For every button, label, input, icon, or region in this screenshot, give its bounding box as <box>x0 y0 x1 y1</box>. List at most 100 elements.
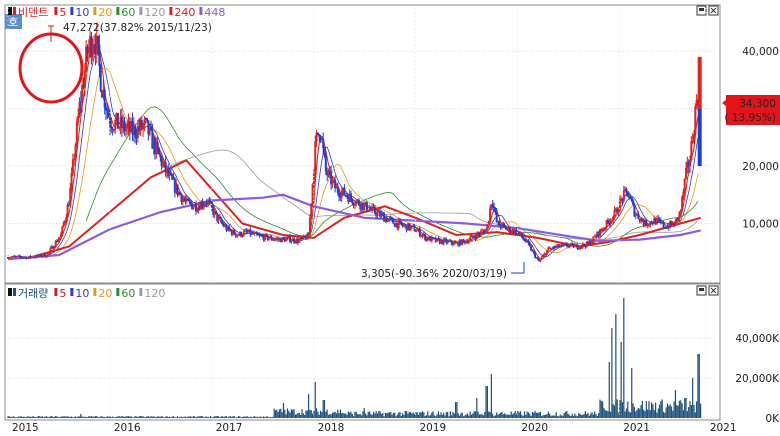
volume-bar <box>126 416 128 418</box>
close-volume-panel-icon[interactable] <box>708 285 719 296</box>
volume-bar <box>594 411 596 418</box>
volume-bar <box>617 412 620 418</box>
candle-body <box>336 186 339 193</box>
volume-bar <box>311 413 314 418</box>
volume-bar <box>624 411 626 418</box>
candle-body <box>545 250 548 255</box>
volume-bar <box>370 413 372 418</box>
volume-bar <box>28 416 30 418</box>
candle-body <box>373 207 376 214</box>
volume-bar <box>473 411 475 418</box>
volume-bar <box>362 411 364 418</box>
volume-bar <box>127 416 130 418</box>
volume-bar <box>449 411 451 418</box>
maximize-price-panel-icon[interactable] <box>696 5 707 16</box>
candle-body <box>692 134 695 141</box>
candle-body <box>218 217 221 219</box>
volume-bar <box>241 416 244 418</box>
volume-bar <box>66 416 69 418</box>
candle-body <box>66 204 69 217</box>
candle-body <box>73 159 76 161</box>
volume-bar <box>692 378 694 418</box>
volume-bar <box>497 414 499 418</box>
volume-bar <box>466 413 469 418</box>
volume-bar <box>335 413 338 418</box>
candle-body <box>632 201 635 205</box>
volume-bar <box>394 412 396 418</box>
volume-bar <box>384 412 387 418</box>
stock-title: 비덴트 <box>18 6 48 19</box>
candle-body <box>104 107 107 111</box>
volume-bar <box>538 412 540 418</box>
side-tab-label: 호 <box>8 16 18 29</box>
volume-bar <box>210 416 212 418</box>
volume-bar <box>112 416 114 418</box>
candle-body <box>97 35 100 45</box>
volume-bar <box>649 410 651 418</box>
volume-bar <box>213 416 216 418</box>
volume-bar <box>572 415 575 418</box>
volume-bar <box>315 408 318 418</box>
volume-bar <box>217 416 220 418</box>
ma-120-label: 120 <box>144 6 165 19</box>
volume-bar <box>621 402 624 418</box>
volume-bar <box>395 416 397 418</box>
candle-body <box>391 218 394 220</box>
candle-body <box>63 220 66 224</box>
volume-bar <box>686 411 688 418</box>
candle-body <box>241 235 244 237</box>
candle-body <box>237 235 240 237</box>
volume-bar <box>151 416 153 418</box>
candle-body <box>159 154 162 158</box>
volume-bar <box>455 402 457 418</box>
volume-bar <box>228 416 230 418</box>
candle-body <box>479 231 482 235</box>
volume-bar <box>265 416 267 418</box>
candle-body <box>685 167 688 179</box>
volume-bar <box>12 416 14 418</box>
candle-body <box>540 257 543 260</box>
volume-bar <box>308 394 310 418</box>
candle-body <box>604 227 607 229</box>
volume-bar <box>179 416 181 418</box>
volume-bar <box>492 413 494 418</box>
maximize-volume-panel-icon[interactable] <box>696 285 707 296</box>
volume-bar <box>224 416 226 418</box>
candle-body <box>601 229 604 231</box>
volume-bar <box>35 417 37 418</box>
volume-bar <box>658 404 661 418</box>
close-price-panel-icon[interactable] <box>708 5 719 16</box>
volume-bar <box>76 417 78 418</box>
candle-body <box>469 237 472 241</box>
volume-bar <box>563 412 565 418</box>
candle-body <box>229 229 232 231</box>
volume-bar <box>146 416 148 418</box>
candle-body <box>116 113 119 129</box>
candle-body <box>689 160 692 167</box>
volume-bar <box>519 411 522 418</box>
volume-bar <box>592 414 594 418</box>
volume-bar <box>183 416 185 418</box>
volume-bar <box>363 408 365 418</box>
ma-20-swatch <box>93 288 97 296</box>
volume-bar <box>431 412 433 418</box>
volume-bar <box>7 416 9 418</box>
volume-bar <box>541 415 543 418</box>
volume-bar <box>346 414 348 418</box>
volume-bar <box>300 414 302 418</box>
candle-body <box>682 191 685 197</box>
candle-body <box>69 188 72 206</box>
volume-bar <box>437 411 440 418</box>
candle-body <box>365 202 368 212</box>
volume-bar <box>261 417 263 418</box>
volume-bar <box>578 413 580 418</box>
volume-bar <box>609 411 612 418</box>
candle-body <box>267 238 270 240</box>
candle-body <box>486 224 489 230</box>
volume-bar <box>130 416 132 418</box>
volume-bar <box>599 399 601 418</box>
volume-bar <box>407 413 409 418</box>
volume-bar <box>284 409 286 418</box>
x-tick-label: 2015 <box>12 422 39 434</box>
candle-body <box>432 237 435 239</box>
